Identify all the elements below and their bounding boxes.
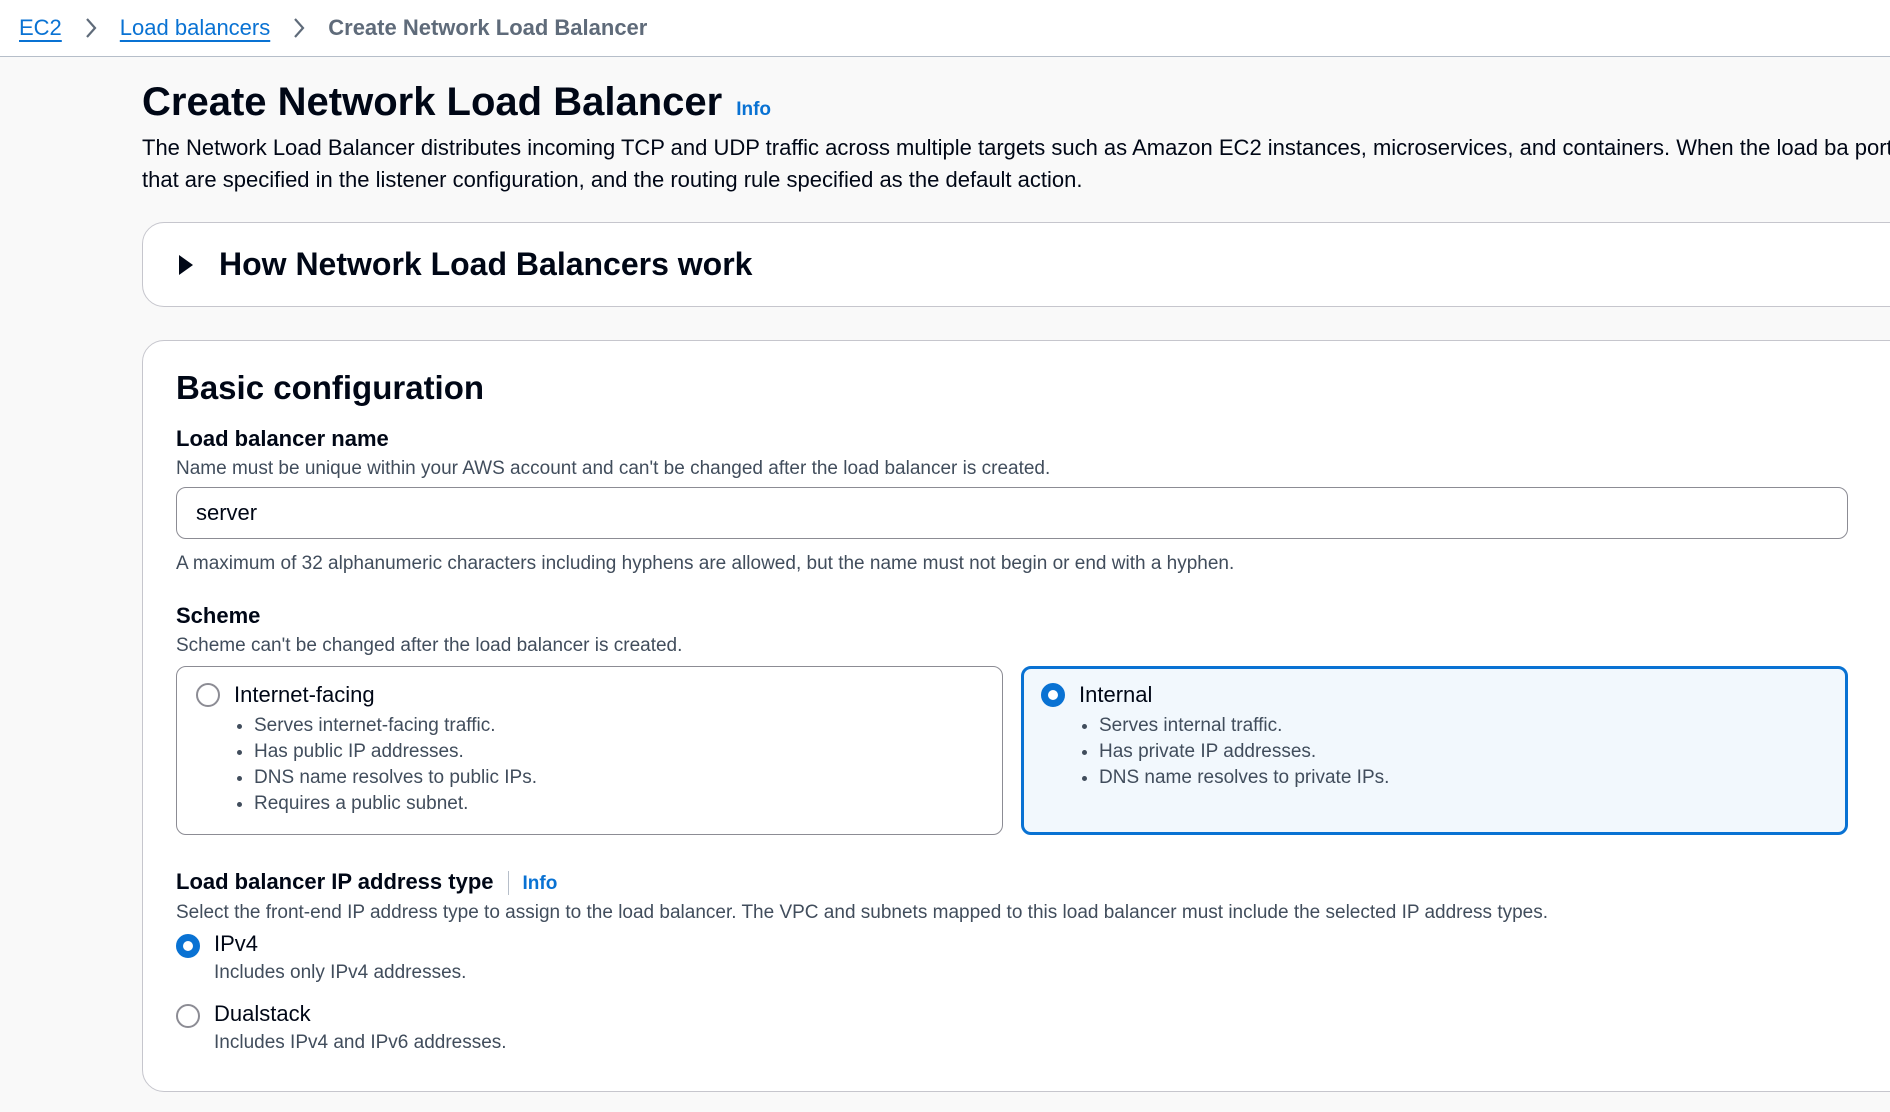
radio-ipv4[interactable] (176, 934, 200, 958)
scheme-label: Scheme (176, 603, 261, 628)
scheme-description: Scheme can't be changed after the load b… (176, 635, 683, 656)
scheme-internal-title: Internal (1079, 682, 1153, 707)
name-hint: A maximum of 32 alphanumeric characters … (176, 553, 1235, 574)
breadcrumb: EC2 Load balancers Create Network Load B… (0, 0, 1890, 57)
list-item: Has public IP addresses. (254, 739, 537, 765)
list-item: DNS name resolves to public IPs. (254, 765, 537, 791)
how-it-works-title: How Network Load Balancers work (219, 246, 753, 282)
name-label: Load balancer name (176, 426, 389, 451)
radio-internet-facing[interactable] (196, 683, 220, 707)
dualstack-description: Includes IPv4 and IPv6 addresses. (214, 1032, 507, 1053)
list-item: Has private IP addresses. (1099, 739, 1389, 765)
page-description: The Network Load Balancer distributes in… (142, 135, 1890, 192)
page-title: Create Network Load Balancer Info (142, 80, 771, 125)
ip-type-description: Select the front-end IP address type to … (176, 902, 1549, 923)
basic-configuration-panel: Basic configuration Load balancer name N… (142, 340, 1890, 1092)
list-item: Serves internet-facing traffic. (254, 713, 537, 739)
list-item: DNS name resolves to private IPs. (1099, 765, 1389, 791)
basic-configuration-title: Basic configuration (176, 369, 485, 406)
name-description: Name must be unique within your AWS acco… (176, 458, 1051, 479)
chevron-right-icon (84, 17, 98, 39)
divider (507, 871, 509, 896)
radio-internal[interactable] (1041, 683, 1065, 707)
caret-right-icon (179, 254, 193, 275)
ip-type-info-link[interactable]: Info (523, 873, 558, 894)
list-item: Requires a public subnet. (254, 791, 537, 817)
ip-type-label-row: Load balancer IP address type Info (176, 869, 558, 896)
how-it-works-expander[interactable]: How Network Load Balancers work (142, 222, 1890, 307)
ip-type-label: Load balancer IP address type (176, 869, 494, 894)
chevron-right-icon (292, 17, 306, 39)
dualstack-title: Dualstack (214, 1001, 311, 1026)
scheme-internal-bullets: Serves internal traffic. Has private IP … (1099, 713, 1389, 791)
breadcrumb-load-balancers-link[interactable]: Load balancers (120, 15, 270, 41)
scheme-internet-facing-bullets: Serves internet-facing traffic. Has publ… (254, 713, 537, 817)
scheme-internal-tile[interactable]: Internal Serves internal traffic. Has pr… (1021, 666, 1848, 835)
breadcrumb-ec2-link[interactable]: EC2 (19, 15, 62, 41)
radio-dualstack[interactable] (176, 1004, 200, 1028)
page-info-link[interactable]: Info (736, 99, 771, 121)
load-balancer-name-input[interactable] (176, 487, 1848, 539)
breadcrumb-current: Create Network Load Balancer (328, 15, 648, 40)
scheme-internet-facing-tile[interactable]: Internet-facing Serves internet-facing t… (176, 666, 1003, 835)
scheme-internet-facing-title: Internet-facing (234, 682, 375, 707)
list-item: Serves internal traffic. (1099, 713, 1389, 739)
page-title-text: Create Network Load Balancer (142, 80, 723, 124)
ipv4-description: Includes only IPv4 addresses. (214, 962, 467, 983)
ipv4-title: IPv4 (214, 931, 259, 956)
